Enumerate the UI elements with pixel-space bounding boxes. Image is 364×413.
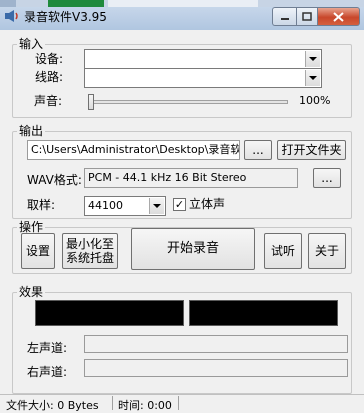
open-folder-button[interactable]: 打开文件夹	[277, 140, 346, 160]
sample-rate-select[interactable]: 44100	[84, 196, 166, 216]
minimize-to-tray-button[interactable]: 最小化至 系统托盘	[62, 233, 118, 269]
chevron-down-icon	[149, 198, 164, 214]
sample-rate-value: 44100	[88, 199, 123, 212]
left-channel-level-bar	[84, 335, 348, 353]
wav-format-field: PCM - 44.1 kHz 16 Bit Stereo	[84, 168, 298, 188]
start-recording-button[interactable]: 开始录音	[131, 228, 255, 270]
device-select[interactable]	[84, 49, 322, 69]
effects-group-title: 效果	[17, 285, 46, 299]
file-size-status: 文件大小: 0 Bytes	[6, 399, 99, 412]
minimize-to-tray-label-1: 最小化至	[65, 237, 114, 251]
listen-button[interactable]: 试听	[264, 233, 302, 269]
chevron-down-icon	[305, 70, 320, 86]
operations-group-title: 操作	[17, 220, 46, 234]
background-strip	[0, 0, 364, 7]
left-meter-display	[35, 300, 184, 326]
right-channel-label: 右声道:	[27, 365, 68, 379]
status-divider	[178, 396, 179, 410]
browse-path-button[interactable]: ...	[244, 140, 272, 160]
window-title: 录音软件V3.95	[24, 10, 107, 24]
maximize-icon	[302, 12, 312, 21]
line-label: 线路:	[35, 70, 64, 84]
volume-slider-track[interactable]	[88, 100, 288, 104]
input-group-title: 输入	[17, 37, 46, 51]
close-button[interactable]	[318, 7, 360, 26]
stereo-checkbox[interactable]: ✓	[173, 198, 186, 211]
output-group-title: 输出	[17, 124, 46, 138]
background-tab	[0, 0, 16, 7]
stereo-label: 立体声	[189, 197, 226, 211]
volume-label: 声音:	[34, 94, 63, 108]
wav-format-browse-button[interactable]: ...	[313, 168, 341, 188]
time-status: 时间: 0:00	[118, 399, 172, 412]
audio-speaker-icon	[4, 9, 20, 23]
status-divider	[112, 396, 113, 410]
volume-slider-thumb[interactable]	[88, 94, 94, 110]
volume-value: 100%	[299, 94, 331, 107]
minimize-icon	[280, 17, 289, 20]
sample-rate-label: 取样:	[27, 198, 56, 212]
right-meter-display	[189, 300, 338, 326]
line-select[interactable]	[84, 68, 322, 88]
left-channel-label: 左声道:	[27, 341, 68, 355]
output-path-field[interactable]: C:\Users\Administrator\Desktop\录音软件:	[27, 140, 240, 160]
right-channel-level-bar	[84, 359, 348, 377]
status-bar: 文件大小: 0 Bytes 时间: 0:00	[0, 394, 364, 412]
about-button[interactable]: 关于	[308, 233, 346, 269]
chevron-down-icon	[305, 51, 320, 67]
minimize-button[interactable]	[272, 7, 296, 26]
device-label: 设备:	[35, 52, 64, 66]
settings-button[interactable]: 设置	[21, 233, 55, 269]
background-tab	[48, 0, 104, 7]
maximize-button[interactable]	[296, 7, 318, 26]
wav-format-label: WAV格式:	[27, 173, 82, 187]
background-tab	[108, 0, 258, 7]
minimize-to-tray-label-2: 系统托盘	[65, 251, 114, 265]
close-icon	[333, 11, 344, 22]
